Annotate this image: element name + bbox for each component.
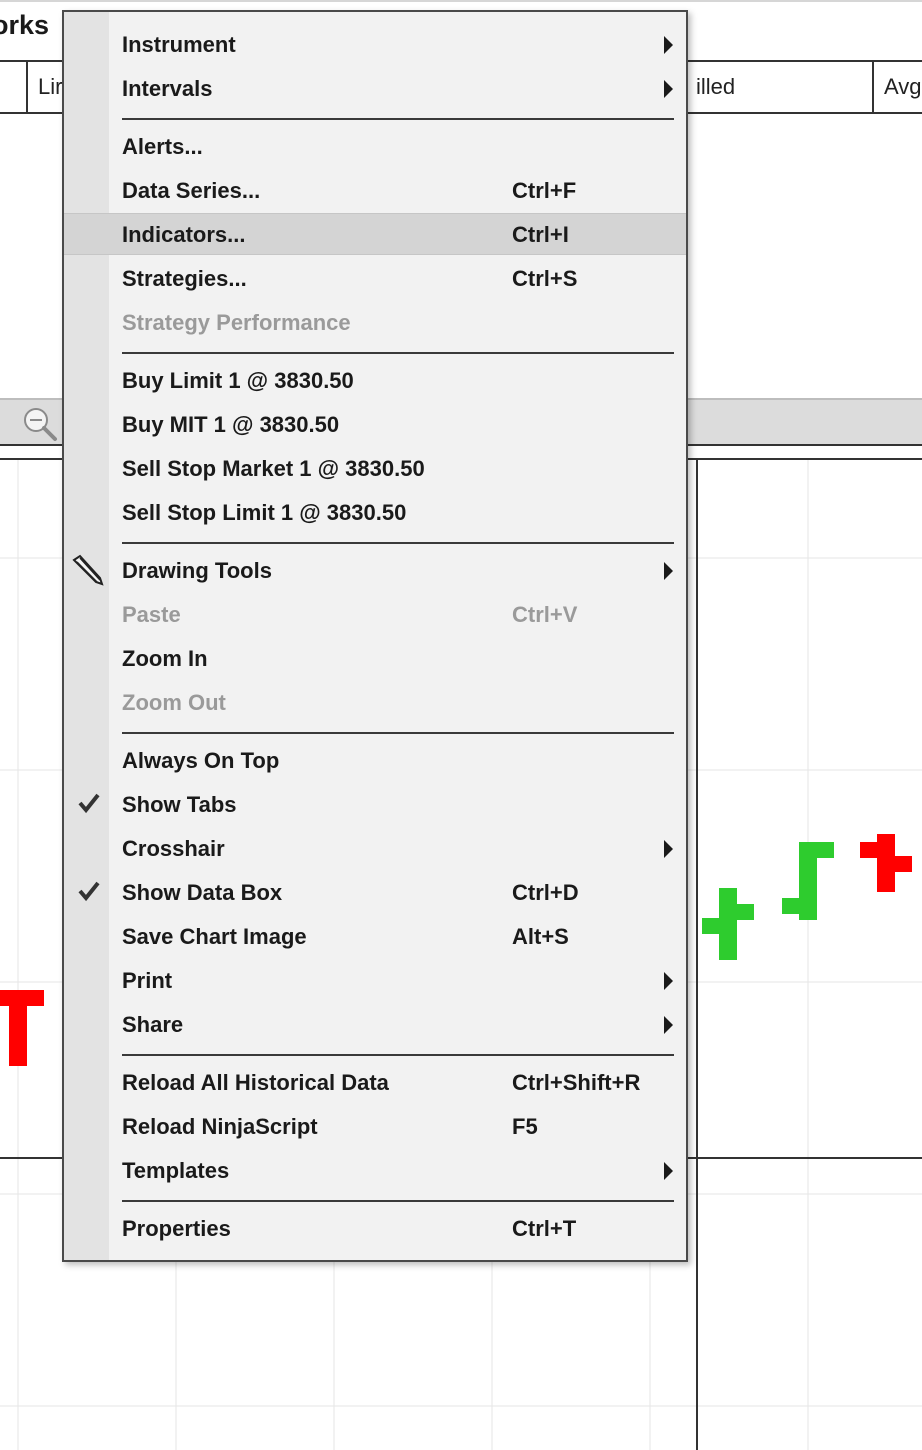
menu-item-templates[interactable]: Templates	[64, 1150, 686, 1190]
menu-item-properties[interactable]: Properties Ctrl+T	[64, 1208, 686, 1248]
price-bar	[782, 842, 834, 920]
submenu-arrow-icon	[664, 1016, 673, 1034]
menu-separator	[122, 352, 674, 354]
menu-item-label: Strategy Performance	[122, 310, 351, 335]
menu-separator	[122, 1200, 674, 1202]
menu-item-shortcut: Ctrl+T	[512, 1216, 577, 1241]
menu-item-label: Indicators...	[122, 222, 246, 247]
price-bar	[0, 990, 44, 1066]
column-header-avg[interactable]: Avg	[872, 62, 922, 112]
menu-item-label: Alerts...	[122, 134, 203, 159]
menu-item-strategies[interactable]: Strategies... Ctrl+S	[64, 258, 686, 298]
menu-item-drawing-tools[interactable]: Drawing Tools	[64, 550, 686, 590]
submenu-arrow-icon	[664, 1162, 673, 1180]
menu-item-shortcut: Ctrl+S	[512, 266, 578, 291]
menu-separator	[122, 732, 674, 734]
bar-open-tick	[860, 842, 886, 858]
menu-item-buy-mit-1-3830-50[interactable]: Buy MIT 1 @ 3830.50	[64, 404, 686, 444]
menu-item-shortcut: Ctrl+I	[512, 222, 569, 247]
menu-item-paste: Paste Ctrl+V	[64, 594, 686, 634]
menu-item-save-chart-image[interactable]: Save Chart Image Alt+S	[64, 916, 686, 956]
menu-item-label: Sell Stop Limit 1 @ 3830.50	[122, 500, 407, 525]
menu-item-label: Instrument	[122, 32, 236, 57]
menu-item-label: Show Tabs	[122, 792, 237, 817]
menu-item-label: Strategies...	[122, 266, 247, 291]
bar-open-tick	[782, 898, 808, 914]
menu-item-label: Save Chart Image	[122, 924, 307, 949]
checkmark-icon	[78, 793, 100, 814]
bar-open-tick	[0, 990, 18, 1006]
bar-close-tick	[808, 842, 834, 858]
menu-item-label: Always On Top	[122, 748, 280, 773]
submenu-arrow-icon	[664, 80, 673, 98]
window-title: orks	[0, 10, 50, 40]
submenu-arrow-icon	[664, 562, 673, 580]
menu-item-show-tabs[interactable]: Show Tabs	[64, 784, 686, 824]
submenu-arrow-icon	[664, 36, 673, 54]
menu-item-instrument[interactable]: Instrument	[64, 24, 686, 64]
menu-separator	[122, 542, 674, 544]
menu-item-label: Sell Stop Market 1 @ 3830.50	[122, 456, 425, 481]
menu-item-print[interactable]: Print	[64, 960, 686, 1000]
checkmark-icon	[78, 881, 100, 902]
menu-item-label: Print	[122, 968, 173, 993]
menu-item-sell-stop-market-1-3830-50[interactable]: Sell Stop Market 1 @ 3830.50	[64, 448, 686, 488]
menu-item-shortcut: F5	[512, 1114, 538, 1139]
menu-item-label: Properties	[122, 1216, 231, 1241]
menu-item-label: Reload All Historical Data	[122, 1070, 389, 1095]
menu-item-label: Drawing Tools	[122, 558, 272, 583]
price-bar	[702, 888, 754, 960]
menu-item-reload-ninjascript[interactable]: Reload NinjaScript F5	[64, 1106, 686, 1146]
bar-close-tick	[18, 990, 44, 1006]
menu-item-zoom-in[interactable]: Zoom In	[64, 638, 686, 678]
menu-item-sell-stop-limit-1-3830-50[interactable]: Sell Stop Limit 1 @ 3830.50	[64, 492, 686, 532]
menu-item-label: Share	[122, 1012, 184, 1037]
menu-item-label: Templates	[122, 1158, 230, 1183]
menu-item-buy-limit-1-3830-50[interactable]: Buy Limit 1 @ 3830.50	[64, 360, 686, 400]
menu-item-show-data-box[interactable]: Show Data Box Ctrl+D	[64, 872, 686, 912]
menu-item-label: Intervals	[122, 76, 213, 101]
menu-item-reload-all-historical-data[interactable]: Reload All Historical Data Ctrl+Shift+R	[64, 1062, 686, 1102]
menu-item-label: Crosshair	[122, 836, 225, 861]
menu-item-label: Paste	[122, 602, 181, 627]
menu-item-shortcut: Ctrl+D	[512, 880, 579, 905]
menu-item-label: Buy MIT 1 @ 3830.50	[122, 412, 340, 437]
menu-separator	[122, 118, 674, 120]
menu-item-data-series[interactable]: Data Series... Ctrl+F	[64, 170, 686, 210]
bar-close-tick	[886, 856, 912, 872]
menu-item-label: Reload NinjaScript	[122, 1114, 318, 1139]
menu-item-label: Show Data Box	[122, 880, 283, 905]
bar-open-tick	[702, 918, 728, 934]
submenu-arrow-icon	[664, 972, 673, 990]
chart-context-menu: Instrument Intervals Alerts... Data Series.…	[62, 10, 688, 1262]
price-bar	[860, 834, 912, 892]
menu-item-shortcut: Ctrl+V	[512, 602, 578, 627]
zoom-out-icon[interactable]	[22, 406, 58, 442]
menu-item-intervals[interactable]: Intervals	[64, 68, 686, 108]
menu-item-shortcut: Ctrl+Shift+R	[512, 1070, 641, 1095]
menu-item-strategy-performance: Strategy Performance	[64, 302, 686, 342]
menu-item-zoom-out: Zoom Out	[64, 682, 686, 722]
column-header-filled[interactable]: illed	[686, 62, 872, 112]
menu-item-shortcut: Ctrl+F	[512, 178, 577, 203]
menu-item-label: Buy Limit 1 @ 3830.50	[122, 368, 354, 393]
menu-item-shortcut: Alt+S	[512, 924, 569, 949]
menu-item-label: Data Series...	[122, 178, 261, 203]
menu-item-crosshair[interactable]: Crosshair	[64, 828, 686, 868]
submenu-arrow-icon	[664, 840, 673, 858]
menu-item-share[interactable]: Share	[64, 1004, 686, 1044]
menu-item-label: Zoom Out	[122, 690, 226, 715]
menu-item-indicators[interactable]: Indicators... Ctrl+I	[64, 213, 686, 255]
menu-item-label: Zoom In	[122, 646, 208, 671]
bar-close-tick	[728, 904, 754, 920]
menu-separator	[122, 1054, 674, 1056]
menu-item-always-on-top[interactable]: Always On Top	[64, 740, 686, 780]
menu-item-alerts[interactable]: Alerts...	[64, 126, 686, 166]
pencil-icon	[72, 554, 104, 586]
